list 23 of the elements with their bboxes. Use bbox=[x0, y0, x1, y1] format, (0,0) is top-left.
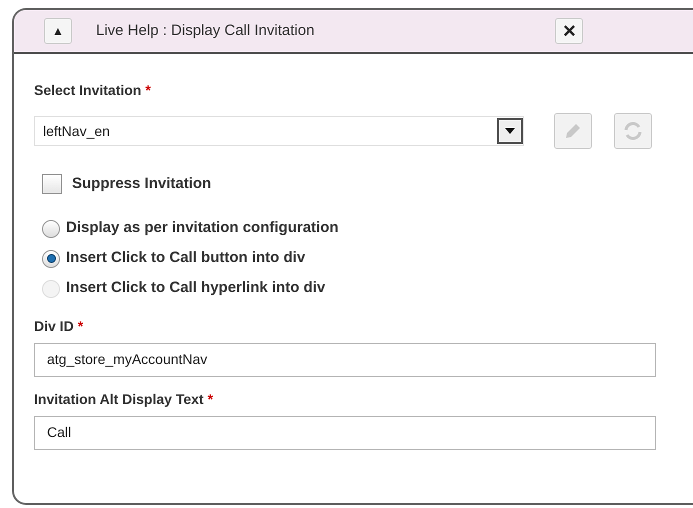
field-label: Div ID bbox=[34, 316, 74, 336]
field-label: Select Invitation bbox=[34, 81, 142, 100]
refresh-icon bbox=[622, 120, 644, 142]
collapse-button[interactable]: ▲ bbox=[44, 18, 72, 44]
pencil-icon bbox=[563, 121, 583, 141]
close-button[interactable]: × bbox=[555, 18, 584, 44]
required-mark: * bbox=[208, 390, 214, 408]
radio-button[interactable] bbox=[42, 250, 60, 268]
required-mark: * bbox=[145, 81, 151, 100]
checkbox[interactable] bbox=[42, 174, 62, 194]
field-label: Invitation Alt Display Text bbox=[34, 390, 204, 409]
text-field[interactable]: atg_store_myAccountNav bbox=[34, 342, 656, 376]
radio-button[interactable] bbox=[42, 220, 60, 238]
checkbox-label: Suppress Invitation bbox=[72, 174, 212, 194]
invitation-select[interactable]: leftNav_en bbox=[34, 116, 524, 146]
text-field[interactable]: Call bbox=[34, 416, 656, 450]
radio-label: Insert Click to Call button into div bbox=[66, 248, 306, 268]
caret-icon bbox=[505, 128, 515, 134]
dropdown-button[interactable] bbox=[497, 118, 523, 144]
radio-label: Display as per invitation configuration bbox=[66, 218, 339, 238]
radio-label: Insert Click to Call hyperlink into div bbox=[66, 278, 326, 298]
required-mark: * bbox=[78, 316, 84, 336]
window-title: Live Help : Display Call Invitation bbox=[96, 20, 314, 41]
